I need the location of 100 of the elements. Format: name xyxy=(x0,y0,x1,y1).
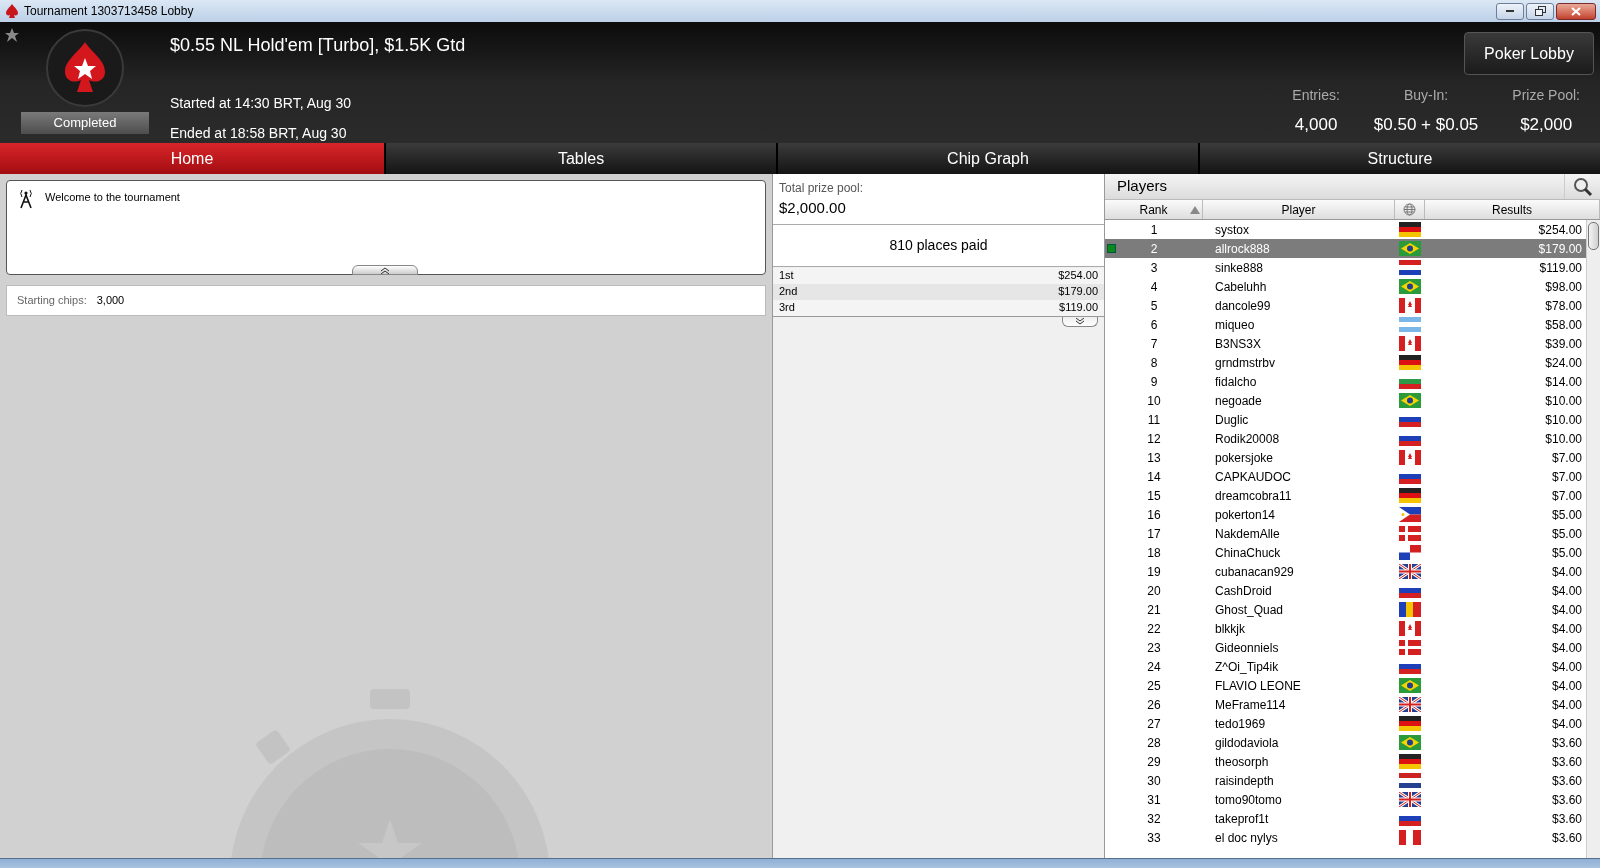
stat-label: Buy-In: xyxy=(1403,86,1449,105)
player-row[interactable]: 28 gildodaviola $3.60 xyxy=(1105,733,1586,752)
player-row[interactable]: 19 cubanacan929 $4.00 xyxy=(1105,562,1586,581)
collapse-handle[interactable] xyxy=(352,265,418,275)
player-row[interactable]: 21 Ghost_Quad $4.00 xyxy=(1105,600,1586,619)
prize-pool-label: Total prize pool: xyxy=(779,180,865,197)
rank-cell-text: 22 xyxy=(1147,620,1161,638)
rank-cell-text: 18 xyxy=(1147,544,1161,562)
search-icon xyxy=(1572,176,1593,197)
column-header[interactable]: Results xyxy=(1425,200,1600,219)
player-name: Z^Oi_Tip4ik xyxy=(1215,659,1279,674)
player-row[interactable]: 12 Rodik20008 $10.00 xyxy=(1105,429,1586,448)
prize-amount: $179.00 xyxy=(1058,284,1098,300)
player-row[interactable]: 11 Duglic $10.00 xyxy=(1105,410,1586,429)
player-row[interactable]: 23 Gideonniels $4.00 xyxy=(1105,638,1586,657)
player-row[interactable]: 8 grndmstrbv $24.00 xyxy=(1105,353,1586,372)
rank-cell-text: 1 xyxy=(1150,221,1158,239)
player-row[interactable]: 33 el doc nylys $3.60 xyxy=(1105,828,1586,847)
column-header[interactable]: Rank xyxy=(1105,200,1203,219)
country-flag-icon xyxy=(1399,298,1421,313)
player-row[interactable]: 30 raisindepth $3.60 xyxy=(1105,771,1586,790)
player-row[interactable]: 29 theosorph $3.60 xyxy=(1105,752,1586,771)
player-row[interactable]: 3 sinke888 $119.00 xyxy=(1105,258,1586,277)
player-row[interactable]: 9 fidalcho $14.00 xyxy=(1105,372,1586,391)
player-row[interactable]: 18 ChinaChuck $5.00 xyxy=(1105,543,1586,562)
close-button[interactable] xyxy=(1556,2,1596,20)
tab[interactable]: Structure xyxy=(1200,143,1600,174)
scrollbar[interactable] xyxy=(1586,220,1600,858)
result-cell-text: $179.00 xyxy=(1538,240,1582,258)
tab[interactable]: Home xyxy=(0,143,384,174)
minimize-button[interactable] xyxy=(1496,2,1524,20)
result-cell-text: $58.00 xyxy=(1545,316,1582,334)
player-row[interactable]: 25 FLAVIO LEONE $4.00 xyxy=(1105,676,1586,695)
player-row[interactable]: 4 Cabeluhh $98.00 xyxy=(1105,277,1586,296)
result-cell-text: $3.60 xyxy=(1551,734,1582,752)
poker-lobby-button[interactable]: Poker Lobby xyxy=(1464,32,1594,75)
player-name: dancole99 xyxy=(1215,298,1271,313)
result-cell-text: $4.00 xyxy=(1551,582,1582,600)
player-row[interactable]: 1 systox $254.00 xyxy=(1105,220,1586,239)
scroll-thumb[interactable] xyxy=(1588,222,1599,250)
tab[interactable]: Tables xyxy=(386,143,776,174)
player-row[interactable]: 20 CashDroid $4.00 xyxy=(1105,581,1586,600)
player-row[interactable]: 5 dancole99 $78.00 xyxy=(1105,296,1586,315)
tournament-title: $0.55 NL Hold'em [Turbo], $1.5K Gtd xyxy=(170,34,466,57)
country-flag-icon xyxy=(1399,545,1421,560)
country-flag-icon xyxy=(1399,507,1421,522)
country-flag-icon xyxy=(1399,640,1421,655)
result-cell-text: $5.00 xyxy=(1551,506,1582,524)
star-icon[interactable] xyxy=(4,27,20,43)
player-name: NakdemAlle xyxy=(1215,526,1280,541)
player-name: negoade xyxy=(1215,393,1262,408)
rank-cell-text: 23 xyxy=(1147,639,1161,657)
player-row[interactable]: 22 blkkjk $4.00 xyxy=(1105,619,1586,638)
result-cell-text: $119.00 xyxy=(1539,259,1582,277)
country-flag-icon xyxy=(1399,621,1421,636)
player-row[interactable]: 27 tedo1969 $4.00 xyxy=(1105,714,1586,733)
player-row[interactable]: 7 B3NS3X $39.00 xyxy=(1105,334,1586,353)
result-cell-text: $7.00 xyxy=(1551,468,1582,486)
player-row[interactable]: 10 negoade $10.00 xyxy=(1105,391,1586,410)
player-name: CashDroid xyxy=(1215,583,1272,598)
country-flag-icon xyxy=(1399,678,1421,693)
player-row[interactable]: 6 miqueo $58.00 xyxy=(1105,315,1586,334)
rank-cell-text: 5 xyxy=(1150,297,1158,315)
player-name: theosorph xyxy=(1215,754,1269,769)
player-row[interactable]: 15 dreamcobra11 $7.00 xyxy=(1105,486,1586,505)
restore-button[interactable] xyxy=(1526,2,1554,20)
end-time: Ended at 18:58 BRT, Aug 30 xyxy=(170,124,348,143)
player-row[interactable]: 2 allrock888 $179.00 xyxy=(1105,239,1586,258)
starting-chips-value: 3,000 xyxy=(96,293,125,309)
player-row[interactable]: 24 Z^Oi_Tip4ik $4.00 xyxy=(1105,657,1586,676)
result-cell-text: $14.00 xyxy=(1545,373,1582,391)
player-name: pokersjoke xyxy=(1215,450,1274,465)
result-cell-text: $4.00 xyxy=(1551,620,1582,638)
player-row[interactable]: 14 CAPKAUDOC $7.00 xyxy=(1105,467,1586,486)
expand-handle[interactable] xyxy=(1062,316,1098,327)
rank-cell-text: 13 xyxy=(1147,449,1161,467)
selection-marker xyxy=(1107,244,1116,253)
column-header[interactable]: Player xyxy=(1203,200,1395,219)
country-flag-icon xyxy=(1399,279,1421,294)
player-row[interactable]: 31 tomo90tomo $3.60 xyxy=(1105,790,1586,809)
player-row[interactable]: 26 MeFrame114 $4.00 xyxy=(1105,695,1586,714)
country-flag-icon xyxy=(1399,754,1421,769)
player-name: fidalcho xyxy=(1215,374,1257,389)
country-flag-icon xyxy=(1399,735,1421,750)
spade-icon xyxy=(4,3,20,19)
tab[interactable]: Chip Graph xyxy=(778,143,1198,174)
player-row[interactable]: 32 takeprof1t $3.60 xyxy=(1105,809,1586,828)
stat-value: $0.50 + $0.05 xyxy=(1373,114,1479,136)
starting-chips-label: Starting chips: xyxy=(17,293,87,309)
country-flag-icon xyxy=(1399,260,1421,275)
prize-place: 1st xyxy=(779,268,794,284)
player-name: dreamcobra11 xyxy=(1215,488,1292,503)
rank-cell-text: 19 xyxy=(1147,563,1161,581)
players-title: Players xyxy=(1117,176,1168,197)
country-flag-icon xyxy=(1399,792,1421,807)
result-cell-text: $5.00 xyxy=(1551,525,1582,543)
player-row[interactable]: 13 pokersjoke $7.00 xyxy=(1105,448,1586,467)
player-row[interactable]: 17 NakdemAlle $5.00 xyxy=(1105,524,1586,543)
rank-cell-text: 8 xyxy=(1150,354,1158,372)
player-row[interactable]: 16 pokerton14 $5.00 xyxy=(1105,505,1586,524)
